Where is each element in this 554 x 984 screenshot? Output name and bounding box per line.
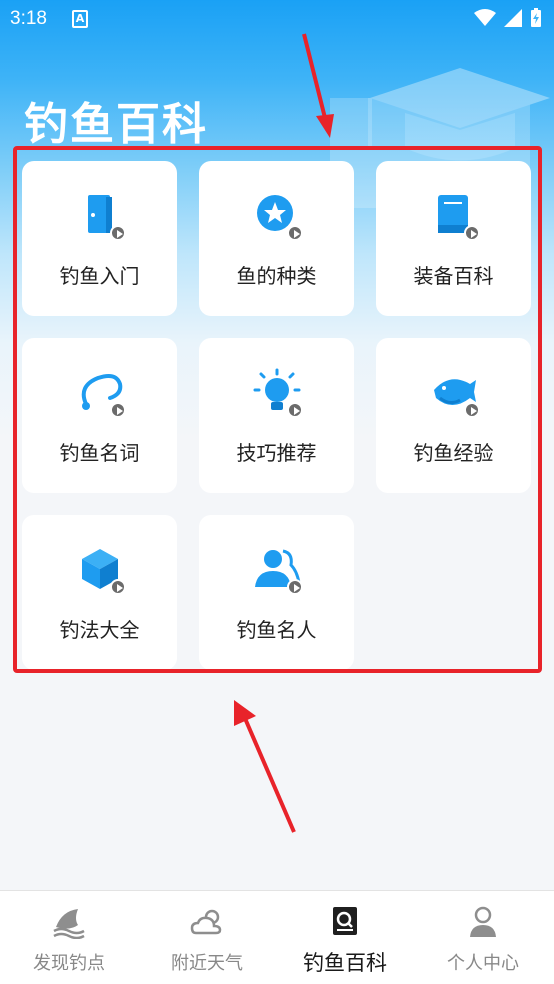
category-label: 钓鱼经验 [413,441,494,465]
tab-label: 发现钓点 [33,953,105,974]
system-icons [474,8,542,28]
app-notification-icon: A [72,10,88,28]
category-label: 钓鱼名词 [59,441,140,465]
category-card-equipment[interactable]: 装备百科 [376,161,531,316]
fishing-hook-icon [76,368,126,418]
play-badge-icon [463,225,480,241]
encyclopedia-icon [333,907,357,935]
tab-nearby-weather[interactable]: 附近天气 [138,891,276,984]
wifi-icon [474,9,496,26]
tab-encyclopedia[interactable]: 钓鱼百科 [276,891,414,984]
category-label: 钓鱼入门 [59,264,140,288]
fish-icon [430,368,480,418]
fish-spot-icon [53,909,85,939]
person-icon [253,545,303,595]
category-label: 钓鱼名人 [236,618,317,642]
play-badge-icon [286,579,303,595]
play-badge-icon [109,579,126,595]
tab-discover-spots[interactable]: 发现钓点 [0,891,138,984]
star-badge-icon [253,191,303,241]
battery-icon [531,8,541,27]
profile-icon [470,906,496,937]
cube-icon [76,545,126,595]
category-card-fish-species[interactable]: 鱼的种类 [199,161,354,316]
category-label: 鱼的种类 [236,264,317,288]
tab-label: 个人中心 [447,953,519,974]
signal-icon [504,9,522,27]
category-card-fishing-intro[interactable]: 钓鱼入门 [22,161,177,316]
book-icon [430,191,480,241]
weather-icon [190,909,222,935]
play-badge-icon [109,402,126,418]
tab-label: 钓鱼百科 [303,951,387,975]
category-label: 装备百科 [413,264,494,288]
play-badge-icon [109,225,126,241]
play-badge-icon [463,402,480,418]
tab-profile[interactable]: 个人中心 [414,891,552,984]
page-title: 钓鱼百科 [24,99,208,150]
tab-label: 附近天气 [171,953,243,974]
lightbulb-icon [253,368,303,418]
play-badge-icon [286,402,303,418]
category-card-celebrities[interactable]: 钓鱼名人 [199,515,354,670]
bottom-tab-bar: 发现钓点 附近天气 钓鱼百科 个人中心 [0,890,554,984]
category-card-experience[interactable]: 钓鱼经验 [376,338,531,493]
status-bar: 3:18 A [0,0,554,40]
category-card-fishing-terms[interactable]: 钓鱼名词 [22,338,177,493]
category-card-fishing-methods[interactable]: 钓法大全 [22,515,177,670]
category-card-techniques[interactable]: 技巧推荐 [199,338,354,493]
door-icon [76,191,126,241]
category-label: 技巧推荐 [236,441,317,465]
category-label: 钓法大全 [59,618,140,642]
status-time: 3:18 [10,8,47,29]
annotation-arrow-bottom [234,700,296,833]
play-badge-icon [286,225,303,241]
